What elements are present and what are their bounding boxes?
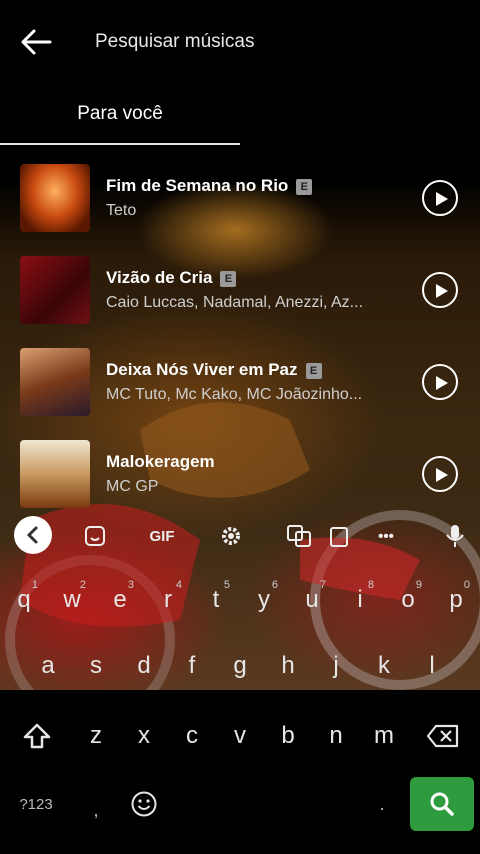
search-title[interactable]: Pesquisar músicas <box>95 31 254 53</box>
song-artist: MC Tuto, Mc Kako, MC Joãozinho... <box>106 386 363 403</box>
key-s[interactable]: s <box>72 641 120 691</box>
microphone-icon[interactable] <box>440 520 470 552</box>
play-button[interactable] <box>422 180 458 216</box>
emoji-icon <box>131 791 157 817</box>
song-artist: MC GP <box>106 478 159 495</box>
chevron-left-icon <box>26 526 38 544</box>
play-button[interactable] <box>422 364 458 400</box>
emoji-key[interactable] <box>120 779 168 829</box>
song-title: Deixa Nós Viver em Paz <box>106 360 298 379</box>
album-art <box>20 164 90 232</box>
album-art <box>20 256 90 324</box>
space-key[interactable] <box>176 779 356 829</box>
translate-icon[interactable] <box>284 520 314 552</box>
key-f[interactable]: f <box>168 641 216 691</box>
key-u[interactable]: u7 <box>288 575 336 625</box>
key-r[interactable]: r4 <box>144 575 192 625</box>
play-icon <box>436 284 448 298</box>
comma-key[interactable]: , <box>76 785 116 835</box>
explicit-badge: E <box>220 271 237 287</box>
keyboard: q1 w2 e3 r4 t5 y6 u7 i8 o9 p0 a s d f g … <box>0 565 480 854</box>
song-artist: Teto <box>106 202 137 219</box>
tab-bar: Para você <box>0 95 480 145</box>
header: Pesquisar músicas <box>0 0 480 85</box>
key-q[interactable]: q1 <box>0 575 48 625</box>
sticker-icon[interactable] <box>80 520 110 552</box>
explicit-badge: E <box>296 179 313 195</box>
key-m[interactable]: m <box>360 711 408 761</box>
song-title: Fim de Semana no Rio <box>106 176 289 195</box>
search-icon <box>430 792 454 816</box>
play-icon <box>436 192 448 206</box>
key-v[interactable]: v <box>216 711 264 761</box>
key-p[interactable]: p0 <box>432 575 480 625</box>
list-item[interactable]: Vizão de Cria E Caio Luccas, Nadamal, Ane… <box>0 252 480 332</box>
key-o[interactable]: o9 <box>384 575 432 625</box>
play-icon <box>436 468 448 482</box>
key-n[interactable]: n <box>312 711 360 761</box>
key-b[interactable]: b <box>264 711 312 761</box>
play-button[interactable] <box>422 456 458 492</box>
collapse-toolbar-button[interactable] <box>14 516 52 554</box>
key-y[interactable]: y6 <box>240 575 288 625</box>
key-c[interactable]: c <box>168 711 216 761</box>
shift-icon <box>23 723 51 749</box>
symbols-key[interactable]: ?123 <box>6 779 66 829</box>
key-h[interactable]: h <box>264 641 312 691</box>
song-title: Vizão de Cria <box>106 268 213 287</box>
gear-icon[interactable] <box>216 520 246 552</box>
song-title: Malokeragem <box>106 452 215 471</box>
key-e[interactable]: e3 <box>96 575 144 625</box>
key-t[interactable]: t5 <box>192 575 240 625</box>
play-icon <box>436 376 448 390</box>
album-art <box>20 348 90 416</box>
key-k[interactable]: k <box>360 641 408 691</box>
backspace-key[interactable] <box>416 711 470 761</box>
back-arrow-icon[interactable] <box>18 24 54 60</box>
more-options-button[interactable]: ••• <box>368 520 404 552</box>
song-artist: Caio Luccas, Nadamal, Anezzi, Az... <box>106 294 364 311</box>
list-item[interactable]: Fim de Semana no Rio E Teto <box>0 160 480 240</box>
period-key[interactable]: . <box>362 779 402 829</box>
album-art <box>20 440 90 508</box>
key-j[interactable]: j <box>312 641 360 691</box>
list-item[interactable]: Malokeragem MC GP <box>0 436 480 516</box>
clipboard-icon[interactable] <box>324 520 354 552</box>
explicit-badge: E <box>305 363 322 379</box>
key-g[interactable]: g <box>216 641 264 691</box>
key-l[interactable]: l <box>408 641 456 691</box>
gif-button[interactable]: GIF <box>140 520 184 552</box>
tab-para-voce[interactable]: Para você <box>0 95 240 145</box>
key-d[interactable]: d <box>120 641 168 691</box>
key-w[interactable]: w2 <box>48 575 96 625</box>
key-i[interactable]: i8 <box>336 575 384 625</box>
shift-key[interactable] <box>12 711 62 761</box>
list-item[interactable]: Deixa Nós Viver em Paz E MC Tuto, Mc Kako… <box>0 344 480 424</box>
key-z[interactable]: z <box>72 711 120 761</box>
key-x[interactable]: x <box>120 711 168 761</box>
search-key[interactable] <box>410 777 474 831</box>
backspace-icon <box>426 724 459 748</box>
play-button[interactable] <box>422 272 458 308</box>
key-a[interactable]: a <box>24 641 72 691</box>
keyboard-toolbar: GIF ••• <box>0 512 480 560</box>
